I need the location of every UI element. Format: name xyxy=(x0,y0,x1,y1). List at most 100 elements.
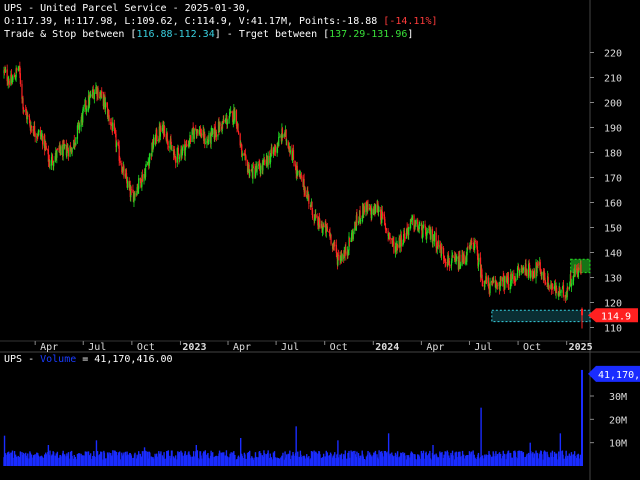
price-tick-label: 140 xyxy=(604,249,622,260)
volume-value: = 41,170,416.00 xyxy=(76,354,173,365)
candle-body xyxy=(404,237,406,240)
candle-body xyxy=(496,285,499,287)
volume-bar xyxy=(256,457,258,466)
volume-bar xyxy=(211,452,214,466)
candle-body xyxy=(308,195,310,204)
candle-body xyxy=(278,136,280,138)
candle-body xyxy=(112,122,114,132)
volume-bar xyxy=(419,458,421,466)
target-prefix: ] - Trget between [ xyxy=(214,29,330,40)
volume-bar xyxy=(393,455,395,466)
candle-body xyxy=(422,227,424,238)
candle-body xyxy=(422,225,425,228)
volume-bar xyxy=(526,453,528,466)
volume-bar xyxy=(67,452,70,466)
volume-bar xyxy=(570,452,573,466)
candle-body xyxy=(567,286,569,291)
candle-body xyxy=(482,280,484,284)
volume-bar xyxy=(574,456,576,466)
candle-body xyxy=(411,215,414,221)
volume-bar xyxy=(86,451,88,466)
volume-bar xyxy=(252,459,255,466)
volume-bar xyxy=(541,454,543,466)
volume-bar xyxy=(493,453,495,466)
volume-bar xyxy=(385,452,388,466)
volume-bar xyxy=(537,458,539,466)
volume-bar xyxy=(97,455,99,466)
volume-bar xyxy=(82,455,84,466)
ohlc-line: O:117.39, H:117.98, L:109.62, C:114.9, V… xyxy=(4,15,437,28)
volume-bar xyxy=(104,458,107,466)
volume-bar xyxy=(382,456,384,466)
candle-body xyxy=(8,80,10,85)
candle-body xyxy=(60,146,62,155)
candle-body xyxy=(256,165,258,172)
candle-body xyxy=(119,160,121,164)
volume-bar xyxy=(552,456,554,466)
candle-body xyxy=(293,160,295,166)
candle-body xyxy=(189,135,192,143)
price-tick-label: 210 xyxy=(604,74,622,85)
candle-body xyxy=(548,286,550,288)
candle-body xyxy=(108,115,110,121)
candle-body xyxy=(123,166,125,177)
candle-body xyxy=(563,295,565,297)
volume-bar xyxy=(71,456,73,466)
volume-bar xyxy=(75,459,77,466)
volume-bar xyxy=(300,457,303,466)
candle-body xyxy=(493,281,495,283)
candle-body xyxy=(182,144,184,148)
candle-body xyxy=(237,131,240,134)
candle-body xyxy=(134,192,136,197)
candle-body xyxy=(69,145,71,157)
candle-body xyxy=(530,270,532,278)
time-tick-label: Apr xyxy=(40,342,58,353)
volume-bar xyxy=(248,450,251,466)
candle-body xyxy=(515,278,517,281)
time-tick-label: Oct xyxy=(137,342,155,353)
candle-body xyxy=(274,145,277,153)
candle-body xyxy=(278,137,280,147)
candle-body xyxy=(138,178,140,189)
candle-body xyxy=(544,282,547,285)
volume-bar xyxy=(285,454,288,466)
candle-body xyxy=(215,131,217,138)
candle-body xyxy=(574,269,576,277)
candle-body xyxy=(226,122,229,125)
candle-body xyxy=(485,276,487,285)
candle-body xyxy=(562,285,565,297)
candle-body xyxy=(143,174,145,182)
candle-body xyxy=(127,180,129,188)
volume-bar xyxy=(112,450,114,466)
candle-body xyxy=(234,110,236,122)
volume-bar xyxy=(408,455,410,466)
candle-body xyxy=(16,67,18,71)
volume-bar xyxy=(470,451,473,466)
candle-body xyxy=(304,187,306,196)
time-tick-label: 2025 xyxy=(569,342,593,353)
volume-bar xyxy=(93,456,96,466)
candle-body xyxy=(19,73,21,85)
candle-body xyxy=(97,88,99,98)
volume-bar xyxy=(141,451,144,466)
candle-body xyxy=(528,263,530,278)
candle-body xyxy=(228,118,230,124)
candle-body xyxy=(53,162,55,167)
ohlc-values: O:117.39, H:117.98, L:109.62, C:114.9, V… xyxy=(4,16,384,27)
candle-body xyxy=(59,145,61,152)
candle-body xyxy=(561,289,563,293)
volume-bar xyxy=(374,450,377,466)
volume-bar xyxy=(507,450,510,466)
volume-bar xyxy=(167,450,170,466)
candle-body xyxy=(62,143,64,157)
volume-bar xyxy=(448,457,451,466)
candle-body xyxy=(371,208,373,219)
candle-body xyxy=(432,240,434,245)
volume-bar xyxy=(30,454,33,466)
candle-body xyxy=(197,129,199,136)
candle-body xyxy=(522,267,524,271)
price-tick-label: 180 xyxy=(604,149,622,160)
volume-bar xyxy=(186,454,188,466)
volume-bar xyxy=(308,456,310,466)
candles xyxy=(3,61,582,303)
